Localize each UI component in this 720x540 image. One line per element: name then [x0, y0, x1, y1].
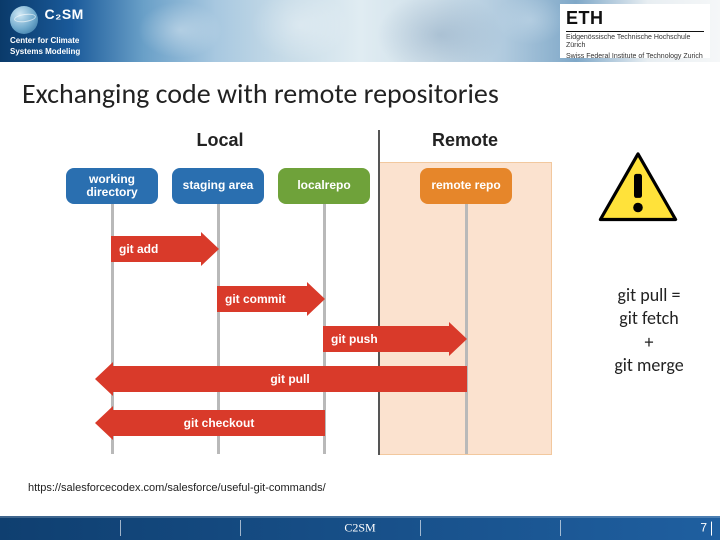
arrow-label-push: git push [323, 326, 449, 352]
globe-icon [10, 6, 38, 34]
arrow-label-checkout: git checkout [113, 410, 325, 436]
note-line-2: git fetch [594, 307, 704, 330]
arrow-git-commit: git commit [217, 286, 325, 312]
arrow-head-icon [95, 406, 113, 440]
arrow-git-checkout: git checkout [95, 410, 325, 436]
footer-center-text: C2SM [344, 521, 375, 536]
section-label-remote: Remote [378, 130, 552, 157]
logo-tagline-2: Systems Modeling [10, 47, 120, 56]
arrow-head-icon [307, 282, 325, 316]
arrow-git-pull: git pull [95, 366, 467, 392]
pill-working-directory: working directory [66, 168, 158, 204]
arrow-label-commit: git commit [217, 286, 307, 312]
header-banner: C₂SM Center for Climate Systems Modeling… [0, 0, 720, 62]
slide-title: Exchanging code with remote repositories [0, 62, 720, 111]
eth-logo: ETH Eidgenössische Technische Hochschule… [560, 4, 710, 58]
logo-title: C₂SM [45, 6, 84, 22]
section-divider [378, 130, 380, 455]
arrow-git-add: git add [111, 236, 219, 262]
eth-name: ETH [566, 8, 704, 32]
image-citation: https://salesforcecodex.com/salesforce/u… [28, 482, 326, 494]
slide-footer: C2SM 7 [0, 516, 720, 540]
section-label-local: Local [62, 130, 378, 157]
pill-local-repo: localrepo [278, 168, 370, 204]
note-line-1: git pull = [594, 284, 704, 307]
page-number: 7 [700, 521, 712, 536]
arrow-label-add: git add [111, 236, 201, 262]
arrow-head-icon [201, 232, 219, 266]
arrow-label-pull: git pull [113, 366, 467, 392]
warning-icon [598, 150, 678, 225]
eth-line1: Eidgenössische Technische Hochschule Zür… [566, 34, 704, 51]
arrow-head-icon [449, 322, 467, 356]
c2sm-logo: C₂SM Center for Climate Systems Modeling [10, 6, 120, 56]
arrow-git-push: git push [323, 326, 467, 352]
git-diagram: Local Remote working directory staging a… [62, 130, 552, 460]
pill-remote-repo: remote repo [420, 168, 512, 204]
pull-explanation: git pull = git fetch + git merge [594, 284, 704, 378]
eth-line2: Swiss Federal Institute of Technology Zu… [566, 53, 704, 61]
note-line-3: + [594, 331, 704, 354]
logo-tagline-1: Center for Climate [10, 36, 120, 45]
arrow-head-icon [95, 362, 113, 396]
pill-staging-area: staging area [172, 168, 264, 204]
note-line-4: git merge [594, 354, 704, 377]
